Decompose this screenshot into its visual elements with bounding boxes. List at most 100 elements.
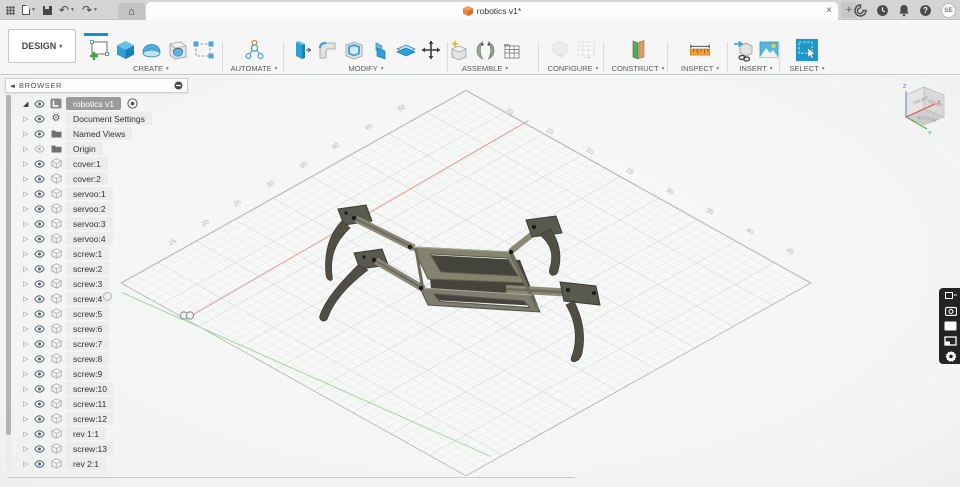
group-label-automate[interactable]: AUTOMATE ▾ bbox=[231, 64, 278, 74]
extensions-icon[interactable] bbox=[854, 3, 867, 17]
create-sketch-icon[interactable] bbox=[87, 38, 111, 62]
file-menu-icon[interactable]: ▼ bbox=[22, 5, 36, 15]
overlay-screen-icon[interactable] bbox=[944, 291, 957, 302]
visibility-eye-icon[interactable] bbox=[34, 339, 46, 348]
redo-icon[interactable]: ↷ ▼ bbox=[82, 4, 98, 16]
visibility-eye-icon[interactable] bbox=[34, 129, 46, 138]
group-label-create[interactable]: CREATE ▾ bbox=[133, 64, 169, 74]
user-avatar[interactable]: SE bbox=[941, 2, 956, 18]
browser-row[interactable]: ▷ ◢ ⚙ screw:6 bbox=[13, 321, 187, 336]
shell-icon[interactable] bbox=[341, 38, 365, 62]
workspace-tab[interactable] bbox=[156, 20, 180, 36]
visibility-eye-icon[interactable] bbox=[34, 249, 46, 258]
notifications-bell-icon[interactable] bbox=[898, 4, 910, 17]
disclosure-triangle-icon[interactable]: ▷ bbox=[23, 415, 30, 423]
revolve-icon[interactable] bbox=[139, 38, 163, 62]
visibility-eye-icon[interactable] bbox=[34, 174, 46, 183]
disclosure-triangle-icon[interactable]: ▷ bbox=[23, 220, 30, 228]
group-label-modify[interactable]: MODIFY ▾ bbox=[349, 64, 384, 74]
browser-row[interactable]: ▷ ◢ ⚙ screw:12 bbox=[13, 411, 187, 426]
disclosure-triangle-icon[interactable]: ▷ bbox=[23, 295, 30, 303]
hole-icon[interactable] bbox=[165, 38, 189, 62]
browser-row[interactable]: ▷ ◢ ⚙ screw:9 bbox=[13, 366, 187, 381]
visibility-eye-icon[interactable] bbox=[34, 219, 46, 228]
workspace-tab[interactable] bbox=[180, 20, 204, 36]
group-label-configure[interactable]: CONFIGURE ▾ bbox=[548, 64, 599, 74]
disclosure-triangle-icon[interactable]: ▷ bbox=[23, 175, 30, 183]
configure-table-icon[interactable] bbox=[574, 38, 598, 62]
pattern-icon[interactable] bbox=[191, 38, 215, 62]
browser-row[interactable]: ▷ ◢ ⚙ screw:3 bbox=[13, 276, 187, 291]
visibility-eye-icon[interactable] bbox=[34, 264, 46, 273]
workspace-tab[interactable] bbox=[204, 20, 228, 36]
new-component-icon[interactable] bbox=[447, 38, 471, 62]
visibility-eye-icon[interactable] bbox=[34, 399, 46, 408]
view-cube[interactable]: FRONT RIGHT BOTTOM Z X Y bbox=[893, 80, 957, 142]
document-tab[interactable]: robotics v1* × bbox=[146, 2, 838, 20]
home-view-icon[interactable]: ⌂ bbox=[118, 3, 145, 20]
browser-row[interactable]: ▷ ◢ ⚙ Document Settings bbox=[13, 111, 187, 126]
group-label-select[interactable]: SELECT ▾ bbox=[790, 64, 825, 74]
automate-icon[interactable] bbox=[242, 38, 266, 62]
browser-row[interactable]: ▷ ◢ ⚙ robotics v1 bbox=[13, 96, 187, 111]
browser-row[interactable]: ▷ ◢ ⚙ servoo:1 bbox=[13, 186, 187, 201]
robot-model[interactable] bbox=[310, 195, 620, 405]
visibility-eye-icon[interactable] bbox=[34, 384, 46, 393]
visibility-eye-icon[interactable] bbox=[34, 204, 46, 213]
disclosure-triangle-icon[interactable]: ▷ bbox=[23, 355, 30, 363]
visibility-eye-icon[interactable] bbox=[34, 99, 46, 108]
app-grid-menu-icon[interactable] bbox=[6, 5, 15, 15]
browser-row[interactable]: ▷ ◢ ⚙ Origin bbox=[13, 141, 187, 156]
disclosure-triangle-icon[interactable]: ▷ bbox=[23, 385, 30, 393]
browser-row[interactable]: ▷ ◢ ⚙ screw:2 bbox=[13, 261, 187, 276]
press-pull-icon[interactable] bbox=[289, 38, 313, 62]
browser-row[interactable]: ▷ ◢ ⚙ servoo:4 bbox=[13, 231, 187, 246]
browser-row[interactable]: ▷ ◢ ⚙ screw:8 bbox=[13, 351, 187, 366]
visibility-eye-icon[interactable] bbox=[34, 459, 46, 468]
move-icon[interactable] bbox=[419, 38, 443, 62]
disclosure-triangle-icon[interactable]: ▷ bbox=[23, 310, 30, 318]
fillet-icon[interactable] bbox=[315, 38, 339, 62]
disclosure-triangle-icon[interactable]: ▷ bbox=[23, 460, 30, 468]
visibility-eye-icon[interactable] bbox=[34, 189, 46, 198]
insert-derive-icon[interactable] bbox=[731, 38, 755, 62]
visibility-eye-icon[interactable] bbox=[34, 429, 46, 438]
collapse-panel-icon[interactable]: ◂◂ bbox=[10, 82, 15, 90]
disclosure-triangle-icon[interactable]: ▷ bbox=[23, 265, 30, 273]
activate-component-radio-icon[interactable] bbox=[127, 98, 138, 109]
browser-row[interactable]: ▷ ◢ ⚙ screw:1 bbox=[13, 246, 187, 261]
group-label-assemble[interactable]: ASSEMBLE ▾ bbox=[462, 64, 508, 74]
group-label-construct[interactable]: CONSTRUCT ▾ bbox=[612, 64, 665, 74]
disclosure-triangle-icon[interactable]: ▷ bbox=[23, 190, 30, 198]
disclosure-triangle-icon[interactable]: ▷ bbox=[23, 370, 30, 378]
3d-viewport-canvas[interactable]: 50 45 40 35 30 25 20 15 10 15 20 25 30 35 40 45 bbox=[0, 76, 960, 487]
close-tab-icon[interactable]: × bbox=[826, 5, 832, 16]
as-built-joint-icon[interactable] bbox=[499, 38, 523, 62]
browser-row[interactable]: ▷ ◢ ⚙ cover:1 bbox=[13, 156, 187, 171]
group-label-insert[interactable]: INSERT ▾ bbox=[739, 64, 772, 74]
overlay-camera-icon[interactable] bbox=[944, 306, 957, 317]
construct-plane-icon[interactable] bbox=[626, 38, 650, 62]
workspace-tab[interactable] bbox=[132, 20, 156, 36]
browser-row[interactable]: ▷ ◢ ⚙ servoo:3 bbox=[13, 216, 187, 231]
help-icon[interactable]: ? bbox=[919, 4, 932, 17]
disclosure-triangle-icon[interactable]: ▷ bbox=[23, 340, 30, 348]
browser-scrollbar-thumb[interactable] bbox=[6, 95, 11, 435]
visibility-eye-icon[interactable] bbox=[34, 159, 46, 168]
visibility-eye-icon[interactable] bbox=[34, 279, 46, 288]
visibility-eye-icon[interactable] bbox=[34, 354, 46, 363]
overlay-settings-gear-icon[interactable] bbox=[944, 350, 957, 362]
browser-row[interactable]: ▷ ◢ ⚙ screw:10 bbox=[13, 381, 187, 396]
visibility-eye-icon[interactable] bbox=[34, 294, 46, 303]
overlay-monitor-icon[interactable] bbox=[944, 321, 957, 332]
browser-row[interactable]: ▷ ◢ ⚙ cover:2 bbox=[13, 171, 187, 186]
visibility-eye-icon[interactable] bbox=[34, 324, 46, 333]
disclosure-triangle-icon[interactable]: ▷ bbox=[23, 145, 30, 153]
insert-image-icon[interactable] bbox=[757, 38, 781, 62]
overlay-window-icon[interactable] bbox=[944, 335, 957, 346]
split-body-icon[interactable] bbox=[393, 38, 417, 62]
select-icon[interactable] bbox=[795, 38, 819, 62]
measure-icon[interactable] bbox=[688, 38, 712, 62]
browser-row[interactable]: ▷ ◢ ⚙ servoo:2 bbox=[13, 201, 187, 216]
disclosure-triangle-icon[interactable]: ▷ bbox=[23, 115, 30, 123]
